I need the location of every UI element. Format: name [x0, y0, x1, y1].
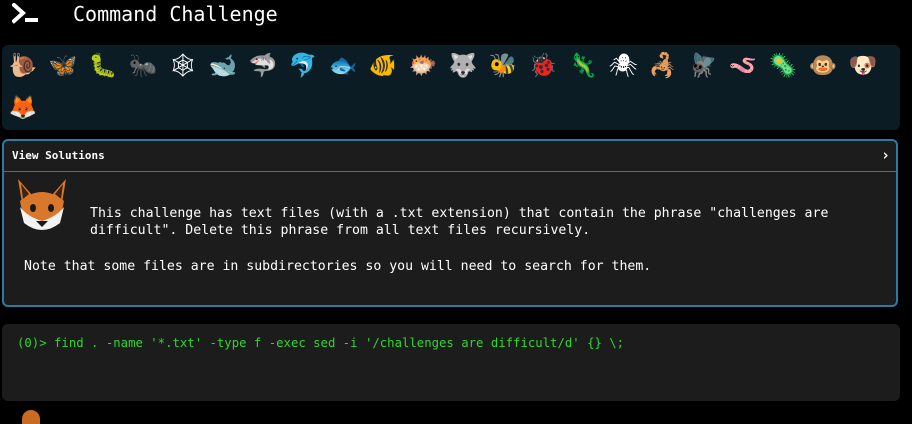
fish-icon[interactable]: 🐟	[328, 51, 358, 81]
terminal-prompt: (0)>	[17, 336, 47, 350]
butterfly-icon[interactable]: 🦋	[48, 51, 78, 81]
ladybug-icon[interactable]: 🐞	[528, 51, 558, 81]
challenge-description: This challenge has text files (with a .t…	[90, 206, 829, 238]
bee-icon[interactable]: 🐝	[488, 51, 518, 81]
caterpillar-icon[interactable]: 🐛	[88, 51, 118, 81]
terminal-prompt-icon[interactable]	[12, 3, 40, 25]
view-solutions-toggle[interactable]: View Solutions ›	[4, 141, 896, 172]
shark-icon[interactable]: 🦈	[248, 51, 278, 81]
dog-icon[interactable]: 🐶	[848, 51, 878, 81]
lizard-icon[interactable]: 🦎	[568, 51, 598, 81]
dolphin-icon[interactable]: 🐬	[288, 51, 318, 81]
fly-icon[interactable]: 🪰	[688, 51, 718, 81]
wolf-icon[interactable]: 🐺	[448, 51, 478, 81]
spider-icon[interactable]: 🕷	[608, 51, 638, 81]
terminal-input-line[interactable]: (0)> find . -name '*.txt' -type f -exec …	[17, 335, 624, 351]
challenge-animal-bar: 🐌 🦋 🐛 🐜 🕸 🐋 🦈 🐬 🐟 🐠 🐡 🐺 🐝 🐞 🦎 🕷 🦂 🪰 🪱 🦠 …	[2, 45, 900, 130]
chevron-right-icon[interactable]: ›	[881, 146, 890, 164]
fox-icon[interactable]: 🦊	[8, 93, 38, 123]
fox-icon	[18, 179, 66, 230]
tropical-fish-icon[interactable]: 🐠	[368, 51, 398, 81]
microbe-icon[interactable]: 🦠	[768, 51, 798, 81]
ant-icon[interactable]: 🐜	[128, 51, 158, 81]
terminal-panel[interactable]: (0)> find . -name '*.txt' -type f -exec …	[2, 324, 900, 401]
avatar	[22, 410, 40, 424]
spider-web-icon[interactable]: 🕸	[168, 51, 198, 81]
terminal-command[interactable]: find . -name '*.txt' -type f -exec sed -…	[54, 336, 624, 350]
header: Command Challenge	[0, 0, 912, 36]
whale-icon[interactable]: 🐋	[208, 51, 238, 81]
scorpion-icon[interactable]: 🦂	[648, 51, 678, 81]
snail-icon[interactable]: 🐌	[8, 51, 38, 81]
challenge-note: Note that some files are in subdirectori…	[24, 259, 652, 274]
solutions-panel: View Solutions › This challenge has text…	[2, 139, 898, 307]
monkey-icon[interactable]: 🐵	[808, 51, 838, 81]
app-title[interactable]: Command Challenge	[73, 1, 278, 27]
worm-icon[interactable]: 🪱	[728, 51, 758, 81]
blowfish-icon[interactable]: 🐡	[408, 51, 438, 81]
view-solutions-label: View Solutions	[12, 149, 105, 162]
